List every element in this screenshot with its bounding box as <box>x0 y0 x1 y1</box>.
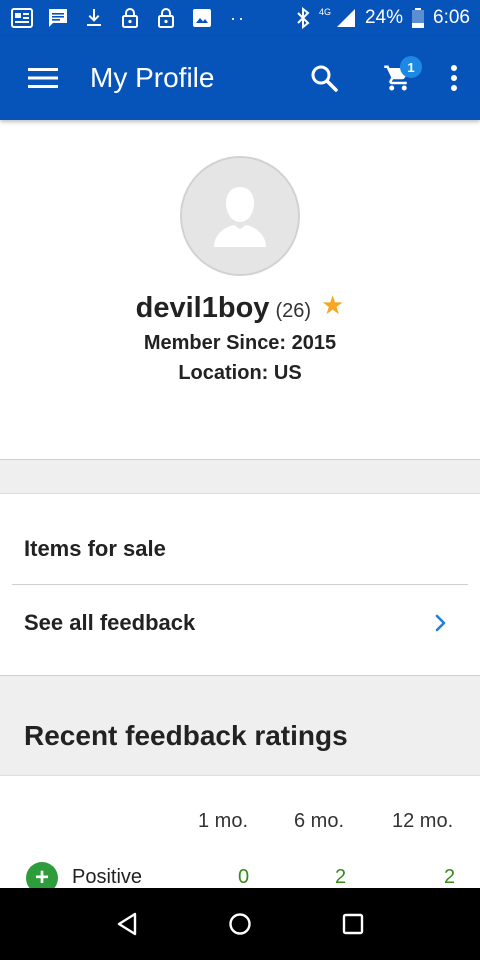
recents-square-icon <box>343 913 364 935</box>
positive-12-months-value: 2 <box>444 866 456 888</box>
more-vertical-icon <box>451 65 457 91</box>
feedback-section-header: Recent feedback ratings <box>0 676 480 776</box>
positive-ratings-row: + Positive 0 2 2 <box>0 862 480 888</box>
positive-1-month-value: 0 <box>238 866 250 888</box>
positive-6-months-value: 2 <box>335 866 347 888</box>
see-all-feedback-link[interactable]: See all feedback <box>0 586 480 660</box>
home-circle-icon <box>229 913 251 935</box>
page-title: My Profile <box>90 62 215 93</box>
network-type-label: 4G <box>318 7 331 17</box>
positive-label: Positive <box>72 866 143 888</box>
star-icon: ★ <box>321 290 345 320</box>
user-name-line: devil1boy (26) ★ <box>0 290 480 325</box>
back-button[interactable] <box>103 900 151 948</box>
cart-count-badge: 1 <box>400 56 422 78</box>
divider <box>12 584 468 585</box>
system-navigation-bar <box>0 888 480 960</box>
recents-button[interactable] <box>329 900 377 948</box>
items-for-sale-link[interactable]: Items for sale <box>0 512 480 586</box>
notification-icons: ·· <box>10 6 246 30</box>
image-icon <box>193 9 211 27</box>
search-icon <box>311 65 338 92</box>
search-button[interactable] <box>300 54 348 102</box>
back-triangle-icon <box>117 912 136 936</box>
home-button[interactable] <box>216 900 264 948</box>
profile-card: devil1boy (26) ★ Member Since: 2015 Loca… <box>0 120 480 460</box>
feedback-ratings-table: 1 mo. 6 mo. 12 mo. + Positive 0 2 2 <box>0 776 480 888</box>
positive-plus-icon: + <box>26 862 58 888</box>
battery-icon <box>412 8 425 28</box>
system-icons: 4G 24% 6:06 <box>295 7 470 29</box>
bluetooth-icon <box>297 7 310 29</box>
cart-button[interactable]: 1 <box>374 54 422 102</box>
member-since: Member Since: 2015 <box>143 332 337 354</box>
column-header-6-months: 6 mo. <box>294 810 345 832</box>
feedback-score[interactable]: (26) <box>275 300 311 323</box>
clock: 6:06 <box>433 7 470 28</box>
location: Location: US <box>178 362 302 384</box>
more-options-button[interactable] <box>436 54 472 102</box>
avatar[interactable] <box>180 156 300 276</box>
hamburger-menu-icon <box>28 68 58 88</box>
chevron-right-icon <box>435 614 446 632</box>
items-for-sale-label: Items for sale <box>24 536 166 561</box>
section-spacer <box>0 460 480 494</box>
app-bar: My Profile 1 <box>0 36 480 120</box>
profile-links: Items for sale See all feedback <box>0 494 480 676</box>
column-header-12-months: 12 mo. <box>392 810 454 832</box>
signal-icon <box>336 9 355 27</box>
lock-icon <box>158 8 174 28</box>
more-notifications-icon: ·· <box>230 7 246 28</box>
news-icon <box>11 8 33 28</box>
message-icon <box>49 9 67 27</box>
menu-button[interactable] <box>22 57 64 99</box>
username: devil1boy <box>135 292 270 324</box>
battery-percent: 24% <box>364 7 404 28</box>
status-bar: ·· 4G 24% 6:06 <box>0 0 480 36</box>
download-icon <box>87 9 101 26</box>
section-title: Recent feedback ratings <box>24 720 348 751</box>
column-header-1-month: 1 mo. <box>198 810 249 832</box>
lock-icon <box>122 8 138 28</box>
person-placeholder-icon <box>214 187 266 247</box>
see-all-feedback-label: See all feedback <box>24 610 196 635</box>
